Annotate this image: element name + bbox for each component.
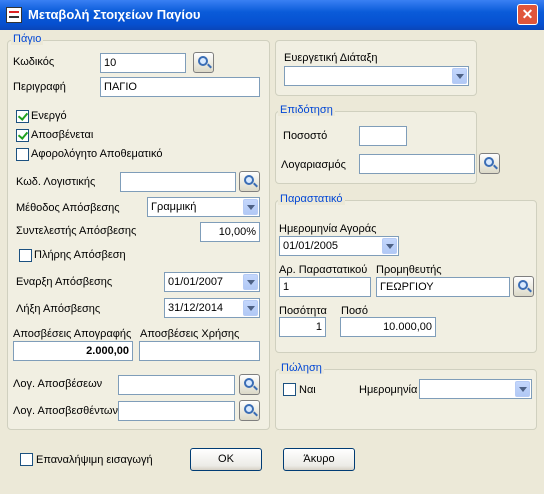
chevron-down-icon[interactable] (452, 68, 467, 84)
subsidy-percent-input[interactable] (359, 126, 407, 146)
accounting-code-lookup-button[interactable] (239, 171, 260, 192)
app-icon (6, 7, 22, 23)
description-label: Περιγραφή (13, 81, 66, 93)
document-number-label: Αρ. Παραστατικού (279, 264, 368, 276)
end-date-value: 31/12/2014 (168, 302, 224, 314)
depreciation-account-lookup-button[interactable] (239, 374, 260, 395)
subsidy-account-input[interactable] (359, 154, 475, 174)
description-input[interactable]: ΠΑΓΙΟ (100, 77, 260, 97)
window-title: Μεταβολή Στοιχείων Παγίου (28, 7, 201, 22)
taxfree-reserve-checkbox[interactable] (16, 148, 29, 161)
repeat-entry-checkbox[interactable] (20, 453, 33, 466)
purchase-date-select[interactable]: 01/01/2005 (279, 236, 399, 256)
code-lookup-button[interactable] (193, 52, 214, 73)
sale-yes-label: Ναι (299, 384, 316, 396)
chevron-down-icon[interactable] (243, 300, 258, 316)
taxfree-reserve-label: Αφορολόγητο Αποθεματικό (31, 148, 163, 160)
active-label: Ενεργό (31, 110, 67, 122)
accounting-code-label: Κωδ. Λογιστικής (16, 176, 96, 188)
sale-yes-checkbox[interactable] (283, 383, 296, 396)
amount-label: Ποσό (341, 305, 368, 317)
inventory-depreciation-label: Αποσβέσεις Απογραφής (13, 328, 132, 340)
quantity-label: Ποσότητα (279, 305, 327, 317)
asset-legend: Πάγιο (11, 33, 44, 45)
chevron-down-icon[interactable] (382, 238, 397, 254)
sale-legend: Πώληση (279, 362, 324, 374)
document-number-input[interactable]: 1 (279, 277, 371, 297)
supplier-lookup-button[interactable] (513, 276, 534, 297)
quantity-input[interactable]: 1 (279, 317, 326, 337)
coefficient-input[interactable]: 10,00% (200, 222, 260, 242)
period-depreciation-label: Αποσβέσεις Χρήσης (140, 328, 240, 340)
period-depreciation-input[interactable] (139, 341, 260, 361)
subsidy-account-lookup-button[interactable] (479, 153, 500, 174)
purchase-date-label: Ημερομηνία Αγοράς (279, 223, 377, 235)
subsidy-legend: Επιδότηση (278, 104, 335, 116)
subsidy-account-label: Λογαριασμός (281, 159, 346, 171)
chevron-down-icon[interactable] (243, 199, 258, 215)
full-depreciation-checkbox[interactable] (19, 249, 32, 262)
start-date-select[interactable]: 01/01/2007 (164, 272, 260, 292)
subsidy-percent-label: Ποσοστό (283, 130, 328, 142)
amount-input[interactable]: 10.000,00 (340, 317, 436, 337)
cancel-button[interactable]: Άκυρο (283, 448, 355, 471)
code-input[interactable]: 10 (100, 53, 186, 73)
start-date-value: 01/01/2007 (168, 276, 224, 288)
full-depreciation-label: Πλήρης Απόσβεση (34, 249, 126, 261)
sale-date-select[interactable] (419, 379, 532, 399)
end-date-select[interactable]: 31/12/2014 (164, 298, 260, 318)
depreciated-account-lookup-button[interactable] (239, 400, 260, 421)
supplier-input[interactable]: ΓΕΩΡΓΙΟΥ (376, 277, 510, 297)
chevron-down-icon[interactable] (243, 274, 258, 290)
benefit-label: Ευεργετική Διάταξη (284, 52, 378, 64)
depreciated-account-label: Λογ. Αποσβεσθέντων (13, 405, 118, 417)
depreciated-account-input[interactable] (118, 401, 235, 421)
depreciation-account-input[interactable] (118, 375, 235, 395)
start-date-label: Εναρξη Απόσβεσης (16, 276, 113, 288)
depreciable-label: Αποσβένεται (31, 129, 94, 141)
depreciation-account-label: Λογ. Αποσβέσεων (13, 378, 103, 390)
end-date-label: Λήξη Απόσβεσης (16, 303, 101, 315)
chevron-down-icon[interactable] (515, 381, 530, 397)
code-label: Κωδικός (13, 56, 55, 68)
ok-button[interactable]: ΟΚ (190, 448, 262, 471)
purchase-date-value: 01/01/2005 (283, 240, 339, 252)
depreciable-checkbox[interactable] (16, 129, 29, 142)
supplier-label: Προμηθευτής (376, 264, 442, 276)
method-value: Γραμμική (151, 201, 197, 213)
title-bar[interactable]: Μεταβολή Στοιχείων Παγίου ✕ (0, 0, 544, 30)
method-select[interactable]: Γραμμική (147, 197, 260, 217)
inventory-depreciation-input[interactable]: 2.000,00 (13, 341, 133, 361)
document-legend: Παραστατικό (278, 193, 345, 205)
coefficient-label: Συντελεστής Απόσβεσης (16, 225, 137, 237)
benefit-select[interactable] (284, 66, 469, 86)
active-checkbox[interactable] (16, 110, 29, 123)
close-button[interactable]: ✕ (517, 4, 538, 25)
sale-date-label: Ημερομηνία (359, 384, 418, 396)
repeat-entry-label: Επαναλήψιμη εισαγωγή (36, 454, 153, 466)
accounting-code-input[interactable] (120, 172, 236, 192)
method-label: Μέθοδος Απόσβεσης (16, 202, 120, 214)
